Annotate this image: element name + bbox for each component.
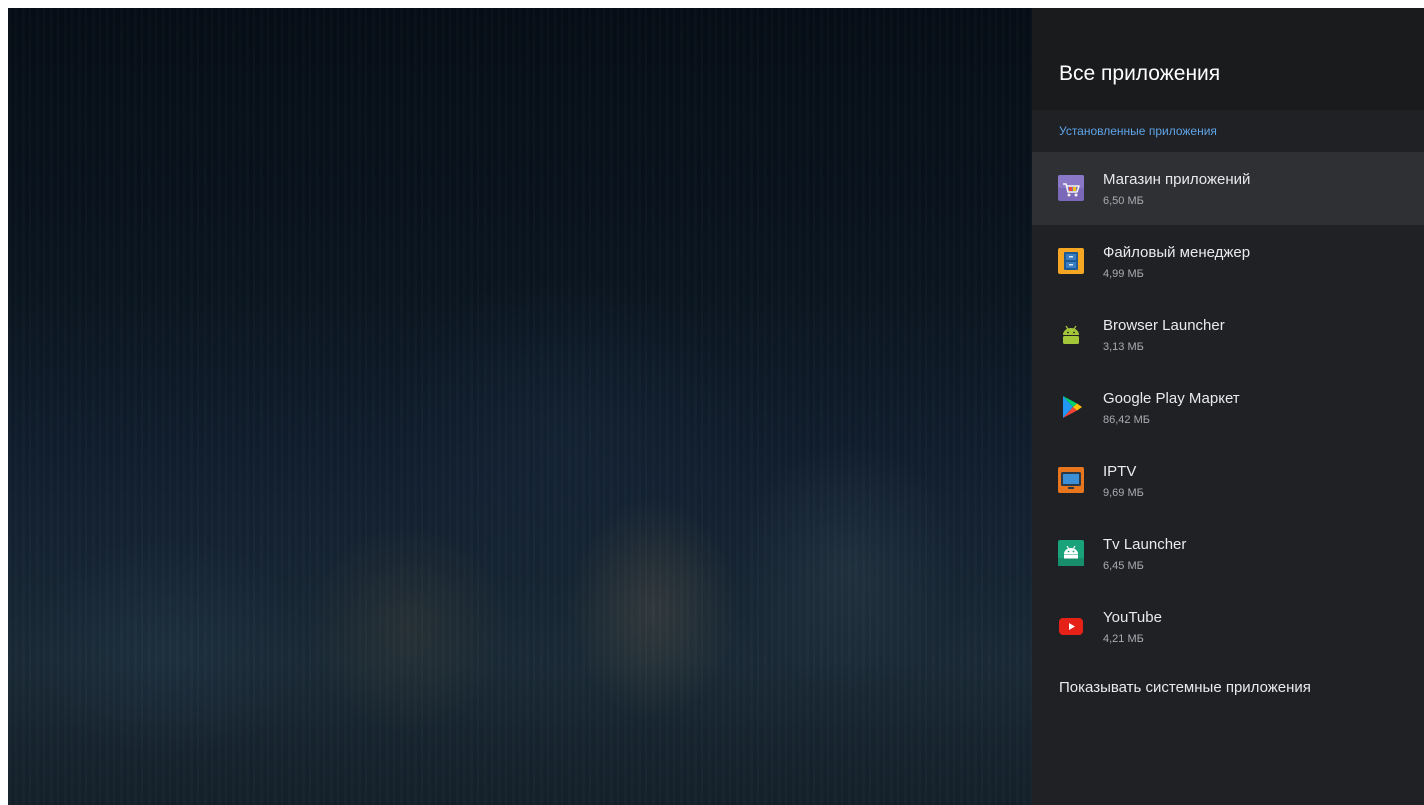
app-item-youtube[interactable]: YouTube 4,21 МБ <box>1032 590 1424 663</box>
app-item-google-play[interactable]: Google Play Маркет 86,42 МБ <box>1032 371 1424 444</box>
app-name: Файловый менеджер <box>1103 244 1251 261</box>
app-size: 9,69 МБ <box>1103 487 1144 499</box>
app-list: Магазин приложений 6,50 МБ Файловый мене… <box>1032 152 1424 663</box>
all-apps-panel: Все приложения Установленные приложения <box>1032 8 1424 805</box>
app-item-file-manager[interactable]: Файловый менеджер 4,99 МБ <box>1032 225 1424 298</box>
tv-launcher-icon <box>1058 540 1084 566</box>
app-name: Google Play Маркет <box>1103 390 1240 407</box>
app-item-iptv[interactable]: IPTV 9,69 МБ <box>1032 444 1424 517</box>
app-name: Tv Launcher <box>1103 536 1187 553</box>
app-size: 6,50 МБ <box>1103 195 1144 207</box>
app-name: Browser Launcher <box>1103 317 1225 334</box>
app-name: IPTV <box>1103 463 1137 480</box>
iptv-tv-icon <box>1058 467 1084 493</box>
app-item-tv-launcher[interactable]: Tv Launcher 6,45 МБ <box>1032 517 1424 590</box>
google-play-icon <box>1058 394 1084 420</box>
installed-apps-section-label: Установленные приложения <box>1059 124 1217 138</box>
file-manager-icon <box>1058 248 1084 274</box>
panel-title: Все приложения <box>1059 62 1221 85</box>
youtube-icon <box>1058 613 1084 639</box>
app-store-cart-icon <box>1058 175 1084 201</box>
background-wallpaper <box>8 8 1032 805</box>
tv-screen: Все приложения Установленные приложения <box>8 8 1424 805</box>
app-size: 86,42 МБ <box>1103 414 1150 426</box>
app-item-browser-launcher[interactable]: Browser Launcher 3,13 МБ <box>1032 298 1424 371</box>
app-item-app-store[interactable]: Магазин приложений 6,50 МБ <box>1032 152 1424 225</box>
app-name: YouTube <box>1103 609 1162 626</box>
android-robot-icon <box>1058 321 1084 347</box>
app-size: 4,99 МБ <box>1103 268 1144 280</box>
app-name: Магазин приложений <box>1103 171 1251 188</box>
app-size: 6,45 МБ <box>1103 560 1144 572</box>
show-system-apps-button[interactable]: Показывать системные приложения <box>1059 678 1311 698</box>
app-size: 3,13 МБ <box>1103 341 1144 353</box>
app-size: 4,21 МБ <box>1103 633 1144 645</box>
panel-header: Все приложения <box>1032 8 1424 110</box>
